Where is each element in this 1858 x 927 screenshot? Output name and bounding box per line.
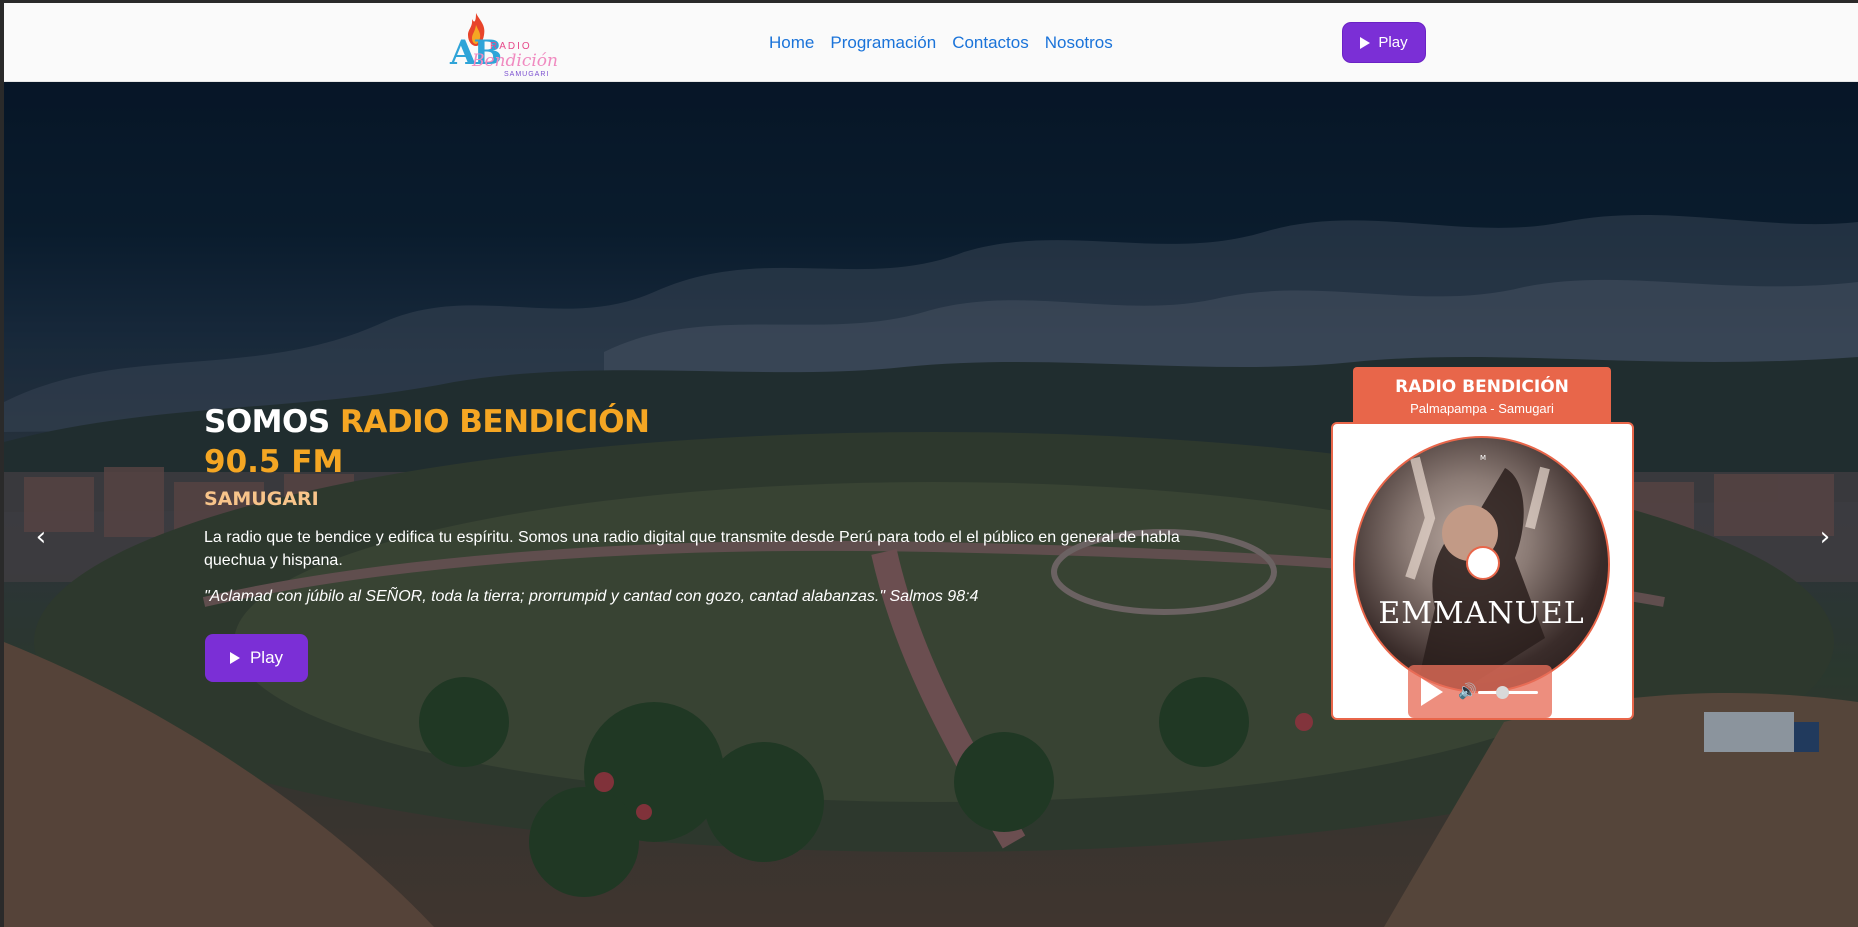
volume-icon[interactable]: 🔊 xyxy=(1458,682,1477,700)
radio-player: M EMMANUEL 🔊 xyxy=(1331,422,1634,720)
chevron-left-icon[interactable]: ‹ xyxy=(26,522,56,552)
player-subtitle: Palmapampa - Samugari xyxy=(1410,401,1554,416)
play-icon[interactable] xyxy=(1421,678,1443,706)
hero-description: La radio que te bendice y edifica tu esp… xyxy=(204,529,1180,569)
nav-link-home[interactable]: Home xyxy=(769,33,814,53)
hero-verse: "Aclamad con júbilo al SEÑOR, toda la ti… xyxy=(204,588,979,605)
nav-link-programacion[interactable]: Programación xyxy=(830,33,936,53)
hero-town: SAMUGARI xyxy=(204,488,319,510)
nav-play-label: Play xyxy=(1378,34,1408,51)
navbar: AB RADIO Bendición SAMUGARI Home Program… xyxy=(4,3,1858,82)
hero-title-accent: RADIO BENDICIÓN xyxy=(340,404,650,440)
site-logo[interactable]: AB RADIO Bendición SAMUGARI xyxy=(446,11,558,78)
hero-play-button[interactable]: Play xyxy=(205,634,308,682)
main-nav: Home Programación Contactos Nosotros xyxy=(769,33,1113,53)
logo-small-text: SAMUGARI xyxy=(504,71,550,78)
logo-script-text: Bendición xyxy=(472,51,558,71)
volume-slider-knob[interactable] xyxy=(1496,686,1509,699)
hero-title-prefix: SOMOS xyxy=(204,404,330,440)
hero-title: SOMOS RADIO BENDICIÓN xyxy=(204,404,650,440)
album-cover-disc: M EMMANUEL xyxy=(1353,436,1610,693)
album-title: EMMANUEL xyxy=(1378,596,1585,631)
player-controls: 🔊 xyxy=(1408,665,1552,718)
hero-carousel: SOMOS RADIO BENDICIÓN 90.5 FM SAMUGARI L… xyxy=(4,82,1858,927)
album-brand-mark: M xyxy=(1479,454,1487,462)
nav-play-button[interactable]: Play xyxy=(1343,23,1425,62)
hero-play-label: Play xyxy=(249,648,284,667)
nav-link-contactos[interactable]: Contactos xyxy=(952,33,1029,53)
play-icon xyxy=(1360,36,1371,49)
hero-frequency: 90.5 FM xyxy=(204,444,344,480)
player-title: RADIO BENDICIÓN xyxy=(1395,377,1569,397)
nav-link-nosotros[interactable]: Nosotros xyxy=(1045,33,1113,53)
chevron-right-icon[interactable]: › xyxy=(1810,522,1840,552)
player-header: RADIO BENDICIÓN Palmapampa - Samugari xyxy=(1353,367,1611,422)
disc-center-hole xyxy=(1466,546,1500,580)
play-icon xyxy=(229,652,240,664)
